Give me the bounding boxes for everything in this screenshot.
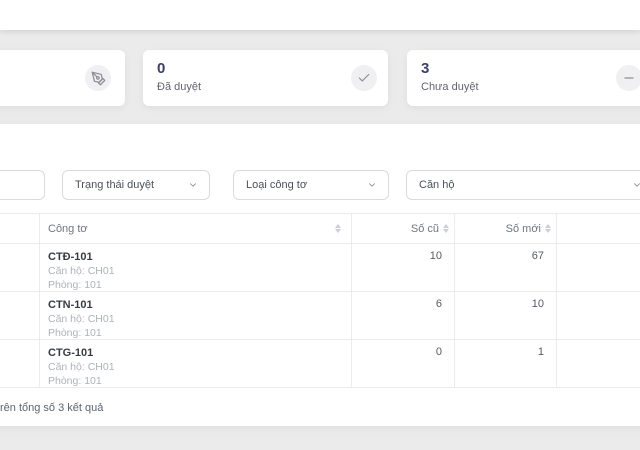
- table-row: CTG-101 Căn hộ: CH01 Phòng: 101 0 1: [0, 340, 640, 388]
- chevron-down-icon: [632, 180, 640, 190]
- meter-type-filter-select[interactable]: Loại công tơ: [233, 170, 389, 200]
- stat-card-edit: [0, 50, 125, 106]
- extra-cell: [557, 292, 640, 339]
- pen-nib-icon: [91, 71, 106, 86]
- pen-nib-icon-circle: [85, 65, 111, 91]
- result-summary: rên tổng số 3 kết quả: [0, 402, 104, 414]
- new-reading-cell: 10: [455, 292, 557, 339]
- meter-apartment: Căn hộ: CH01: [48, 313, 115, 325]
- stat-card-pending: 3 Chưa duyệt: [407, 50, 640, 106]
- meter-cell: CTN-101 Căn hộ: CH01 Phòng: 101: [40, 292, 352, 339]
- extra-cell: [557, 340, 640, 387]
- meters-table: ác Công tơ Số cũ Số mới: [0, 213, 640, 388]
- meter-apartment: Căn hộ: CH01: [48, 265, 115, 277]
- old-reading-cell: 6: [352, 292, 455, 339]
- meter-name: CTĐ-101: [48, 251, 93, 263]
- extra-column-header: [557, 214, 640, 243]
- sort-icon[interactable]: [335, 223, 341, 234]
- chevron-down-icon: [367, 180, 377, 190]
- extra-cell: [557, 244, 640, 291]
- check-icon-circle: [351, 65, 377, 91]
- filter-bar: Trạng thái duyệt Loại công tơ Căn hộ: [0, 170, 640, 200]
- new-reading-cell: 1: [455, 340, 557, 387]
- top-header-band: [0, 0, 640, 30]
- status-filter-select[interactable]: Trạng thái duyệt: [62, 170, 210, 200]
- meter-cell: CTG-101 Căn hộ: CH01 Phòng: 101: [40, 340, 352, 387]
- meter-apartment: Căn hộ: CH01: [48, 361, 115, 373]
- status-filter-label: Trạng thái duyệt: [75, 179, 155, 191]
- new-reading-column-header[interactable]: Số mới: [455, 214, 557, 243]
- meter-type-filter-label: Loại công tơ: [246, 179, 308, 191]
- approved-count: 0: [157, 60, 166, 77]
- stat-card-approved: 0 Đã duyệt: [143, 50, 388, 106]
- main-content-card: Trạng thái duyệt Loại công tơ Căn hộ ác …: [0, 124, 640, 426]
- search-input[interactable]: [0, 170, 45, 200]
- meter-room: Phòng: 101: [48, 279, 102, 291]
- old-reading-cell: 0: [352, 340, 455, 387]
- actions-column-header: ác: [0, 214, 40, 243]
- new-reading-cell: 67: [455, 244, 557, 291]
- chevron-down-icon: [188, 180, 198, 190]
- row-actions-cell: [0, 292, 40, 339]
- meter-room: Phòng: 101: [48, 375, 102, 387]
- pending-count: 3: [421, 60, 430, 77]
- table-row: CTĐ-101 Căn hộ: CH01 Phòng: 101 10 67: [0, 244, 640, 292]
- old-reading-column-header[interactable]: Số cũ: [352, 214, 455, 243]
- approved-label: Đã duyệt: [157, 81, 202, 93]
- check-icon: [357, 71, 371, 85]
- minus-icon: [622, 71, 636, 85]
- sort-icon[interactable]: [443, 223, 449, 234]
- row-actions-cell: [0, 244, 40, 291]
- meter-column-header[interactable]: Công tơ: [40, 214, 352, 243]
- meter-room: Phòng: 101: [48, 327, 102, 339]
- minus-icon-circle: [616, 65, 640, 91]
- apartment-filter-select[interactable]: Căn hộ: [406, 170, 640, 200]
- apartment-filter-label: Căn hộ: [419, 179, 455, 191]
- meter-cell: CTĐ-101 Căn hộ: CH01 Phòng: 101: [40, 244, 352, 291]
- old-reading-cell: 10: [352, 244, 455, 291]
- meter-name: CTG-101: [48, 347, 94, 359]
- meter-name: CTN-101: [48, 299, 93, 311]
- table-row: CTN-101 Căn hộ: CH01 Phòng: 101 6 10: [0, 292, 640, 340]
- row-actions-cell: [0, 340, 40, 387]
- pending-label: Chưa duyệt: [421, 81, 479, 93]
- table-header-row: ác Công tơ Số cũ Số mới: [0, 214, 640, 244]
- sort-icon[interactable]: [545, 223, 551, 234]
